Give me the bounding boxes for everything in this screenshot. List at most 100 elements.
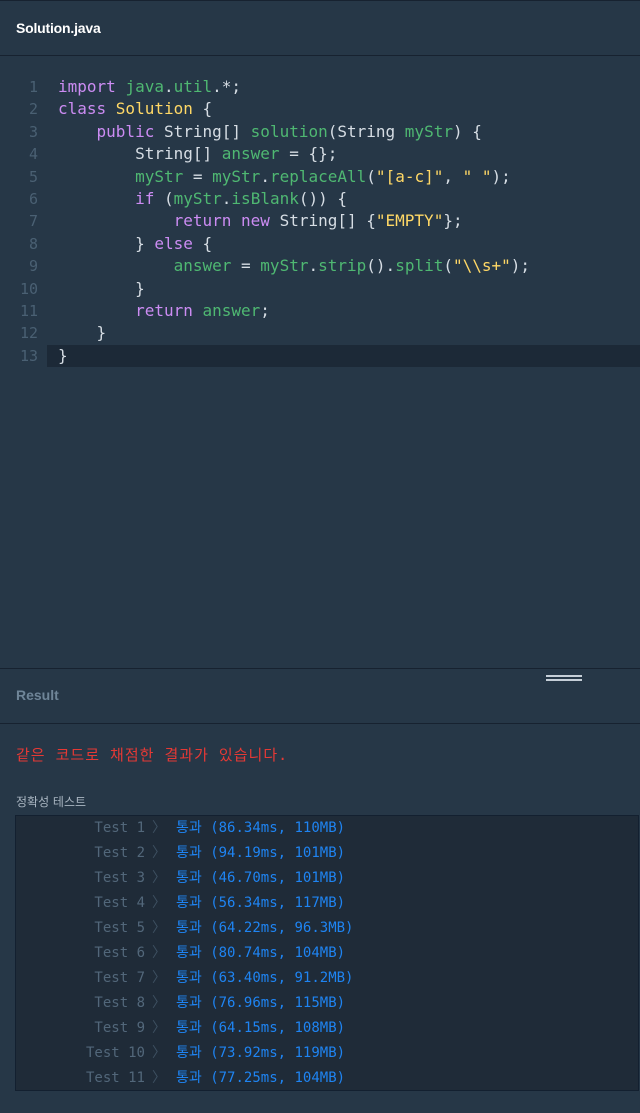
code-line[interactable]: 11 return answer; bbox=[0, 300, 640, 322]
code-line[interactable]: 5 myStr = myStr.replaceAll("[a-c]", " ")… bbox=[0, 166, 640, 188]
test-row: Test 2 〉 통과 (94.19ms, 101MB) bbox=[16, 841, 638, 866]
code-token: ); bbox=[491, 166, 511, 186]
code-token: public bbox=[96, 121, 164, 141]
test-result: 통과 (73.92ms, 119MB) bbox=[176, 1045, 346, 1061]
line-code: public String[] solution(String myStr) { bbox=[58, 121, 482, 143]
code-line[interactable]: 2 class Solution { bbox=[0, 98, 640, 120]
test-name: Test 7 bbox=[94, 970, 145, 986]
code-token: = {}; bbox=[279, 144, 338, 164]
code-line[interactable]: 10 } bbox=[0, 278, 640, 300]
chevron-right-icon: 〉 bbox=[152, 970, 166, 986]
code-token: (). bbox=[366, 256, 396, 276]
test-row: Test 3 〉 통과 (46.70ms, 101MB) bbox=[16, 866, 638, 891]
code-token: Solution bbox=[115, 99, 193, 119]
code-token: replaceAll bbox=[269, 166, 367, 186]
code-token: String[] bbox=[58, 144, 222, 164]
code-token: myStr bbox=[173, 189, 222, 208]
test-result: 통과 (76.96ms, 115MB) bbox=[176, 995, 346, 1011]
file-tab-title[interactable]: Solution.java bbox=[16, 20, 101, 36]
chevron-right-icon: 〉 bbox=[152, 945, 166, 961]
test-result: 통과 (86.34ms, 110MB) bbox=[176, 820, 346, 836]
test-result: 통과 (64.15ms, 108MB) bbox=[176, 1020, 346, 1036]
code-line[interactable]: 9 answer = myStr.strip().split("\\s+"); bbox=[0, 255, 640, 277]
code-token: . bbox=[308, 256, 319, 276]
test-name: Test 8 bbox=[94, 995, 145, 1011]
code-token: answer bbox=[221, 144, 280, 164]
result-title: Result bbox=[16, 687, 59, 703]
line-number: 9 bbox=[28, 257, 38, 276]
code-editor[interactable]: 1 import java.util.*; 2 class Solution {3 p… bbox=[0, 56, 640, 668]
line-code: String[] answer = {}; bbox=[58, 143, 337, 165]
code-token: import bbox=[58, 77, 126, 96]
code-token: java bbox=[125, 77, 164, 96]
test-name: Test 2 bbox=[94, 845, 145, 861]
test-row: Test 1 〉 통과 (86.34ms, 110MB) bbox=[16, 816, 638, 841]
test-name: Test 3 bbox=[94, 870, 145, 886]
line-number: 3 bbox=[28, 122, 38, 141]
code-token: String[] bbox=[163, 121, 251, 141]
test-result: 통과 (80.74ms, 104MB) bbox=[176, 945, 346, 961]
code-token: solution bbox=[250, 121, 328, 141]
test-row: Test 7 〉 통과 (63.40ms, 91.2MB) bbox=[16, 966, 638, 991]
chevron-right-icon: 〉 bbox=[152, 895, 166, 911]
line-code: } else { bbox=[58, 233, 212, 255]
code-token: answer bbox=[173, 256, 232, 276]
line-number: 10 bbox=[19, 279, 38, 298]
code-line[interactable]: 1 import java.util.*; bbox=[0, 76, 640, 98]
code-line[interactable]: 13} bbox=[0, 344, 640, 367]
code-token: ; bbox=[260, 301, 270, 320]
code-token: isBlank bbox=[231, 189, 299, 208]
code-token: { bbox=[192, 99, 213, 119]
test-results-table: Test 1 〉 통과 (86.34ms, 110MB) Test 2 〉 통과 (94.… bbox=[15, 815, 639, 1091]
line-number: 5 bbox=[28, 167, 38, 186]
code-token: ( bbox=[366, 166, 376, 186]
line-code: import java.util.*; bbox=[58, 76, 241, 98]
code-line[interactable]: 7 return new String[] {"EMPTY"}; bbox=[0, 210, 640, 232]
resize-handle-icon[interactable] bbox=[546, 675, 582, 683]
test-row: Test 8 〉 통과 (76.96ms, 115MB) bbox=[16, 991, 638, 1016]
code-line[interactable]: 12 } bbox=[0, 322, 640, 344]
code-token: ); bbox=[510, 256, 531, 276]
code-line[interactable]: 6 if (myStr.isBlank()) { bbox=[0, 188, 640, 210]
code-token: } bbox=[58, 233, 155, 253]
code-token: ( bbox=[163, 189, 174, 208]
code-token: = bbox=[231, 256, 261, 276]
chevron-right-icon: 〉 bbox=[152, 920, 166, 936]
chevron-right-icon: 〉 bbox=[152, 1045, 166, 1061]
code-token: myStr bbox=[260, 256, 309, 276]
code-token: "[a-c]" bbox=[375, 166, 444, 186]
code-line[interactable]: 4 String[] answer = {}; bbox=[0, 143, 640, 165]
code-token: { bbox=[192, 233, 213, 253]
test-result: 통과 (77.25ms, 104MB) bbox=[176, 1070, 346, 1086]
line-code: return answer; bbox=[58, 300, 270, 322]
line-number: 12 bbox=[19, 324, 38, 343]
code-token: } bbox=[58, 278, 145, 298]
code-token: }; bbox=[443, 211, 463, 231]
code-token: util bbox=[173, 77, 213, 96]
code-token: . bbox=[221, 189, 232, 208]
code-token: ( bbox=[443, 256, 453, 276]
test-result: 통과 (56.34ms, 117MB) bbox=[176, 895, 346, 911]
chevron-right-icon: 〉 bbox=[152, 1020, 166, 1036]
code-token: return bbox=[135, 301, 203, 320]
line-code: } bbox=[58, 345, 68, 367]
code-line[interactable]: 3 public String[] solution(String myStr)… bbox=[0, 121, 640, 143]
test-result: 통과 (63.40ms, 91.2MB) bbox=[176, 970, 354, 986]
code-token: answer bbox=[202, 301, 261, 320]
line-number: 7 bbox=[28, 212, 38, 231]
line-code: return new String[] {"EMPTY"}; bbox=[58, 210, 463, 232]
code-token: else bbox=[154, 233, 193, 253]
code-token: } bbox=[58, 345, 68, 365]
result-message: 같은 코드로 채점한 결과가 있습니다. bbox=[16, 746, 289, 764]
test-row: Test 11 〉 통과 (77.25ms, 104MB) bbox=[16, 1066, 638, 1091]
test-name: Test 4 bbox=[94, 895, 145, 911]
test-row: Test 6 〉 통과 (80.74ms, 104MB) bbox=[16, 941, 638, 966]
code-token: strip bbox=[318, 256, 367, 276]
test-name: Test 6 bbox=[94, 945, 145, 961]
line-number: 2 bbox=[28, 100, 38, 119]
test-row: Test 5 〉 통과 (64.22ms, 96.3MB) bbox=[16, 916, 638, 941]
code-line[interactable]: 8 } else { bbox=[0, 233, 640, 255]
test-name: Test 1 bbox=[94, 820, 145, 836]
